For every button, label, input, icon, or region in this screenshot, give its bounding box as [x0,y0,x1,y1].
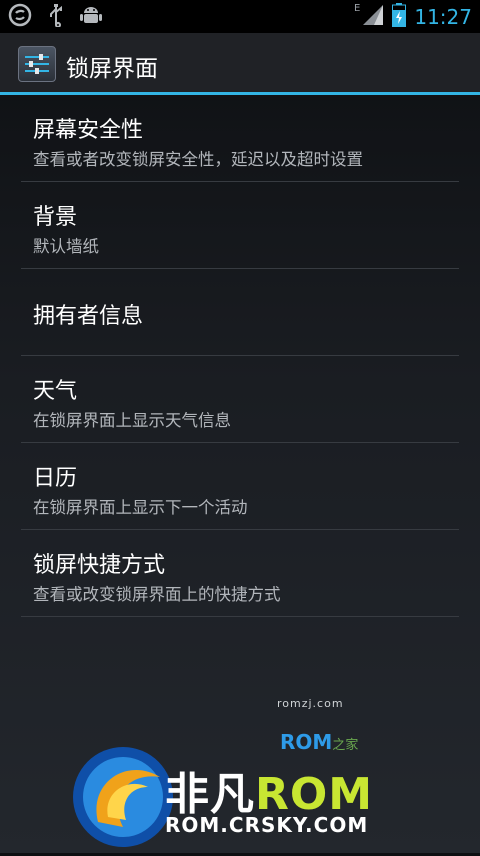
pref-title: 背景 [33,205,78,230]
network-type-label: E [354,3,361,14]
settings-sliders-icon[interactable] [18,46,56,82]
pref-summary: 默认墙纸 [33,237,99,256]
pref-background[interactable]: 背景 默认墙纸 [21,182,459,269]
pref-title: 锁屏快捷方式 [33,553,166,578]
pref-title: 拥有者信息 [33,304,144,329]
signal-icon [362,4,384,30]
watermark-logo-icon [68,742,178,856]
usb-icon [46,3,66,31]
battery-charging-icon [392,2,407,31]
android-debug-icon [80,3,102,31]
pref-title: 屏幕安全性 [33,118,144,143]
status-clock: 11:27 [414,4,472,29]
watermark-romzj-logo: ROM之家 [280,730,358,754]
weibo-notification-icon [8,3,32,31]
pref-screen-security[interactable]: 屏幕安全性 查看或者改变锁屏安全性，延迟以及超时设置 [21,95,459,182]
pref-summary: 在锁屏界面上显示天气信息 [33,411,231,430]
action-bar: 锁屏界面 [0,33,480,95]
pref-summary: 查看或改变锁屏界面上的快捷方式 [33,585,281,604]
watermark-small-text: romzj.com [277,697,344,710]
watermark-url: ROM.CRSKY.COM [165,813,369,837]
pref-title: 天气 [33,379,78,404]
pref-weather[interactable]: 天气 在锁屏界面上显示天气信息 [21,356,459,443]
notification-icons [8,3,102,31]
watermark-romzj-suffix: 之家 [332,738,359,753]
pref-owner-info[interactable]: 拥有者信息 [21,269,459,356]
pref-lockscreen-shortcuts[interactable]: 锁屏快捷方式 查看或改变锁屏界面上的快捷方式 [21,530,459,617]
pref-summary: 查看或者改变锁屏安全性，延迟以及超时设置 [33,150,363,169]
status-bar: E 11:27 [0,0,480,33]
pref-title: 日历 [33,466,78,491]
page-title: 锁屏界面 [66,56,158,82]
system-status-icons: E 11:27 [354,0,472,33]
lockscreen-settings-list: 屏幕安全性 查看或者改变锁屏安全性，延迟以及超时设置 背景 默认墙纸 拥有者信息… [0,95,480,617]
pref-calendar[interactable]: 日历 在锁屏界面上显示下一个活动 [21,443,459,530]
pref-summary: 在锁屏界面上显示下一个活动 [33,498,248,517]
watermark-romzj-label: ROM [280,730,333,754]
